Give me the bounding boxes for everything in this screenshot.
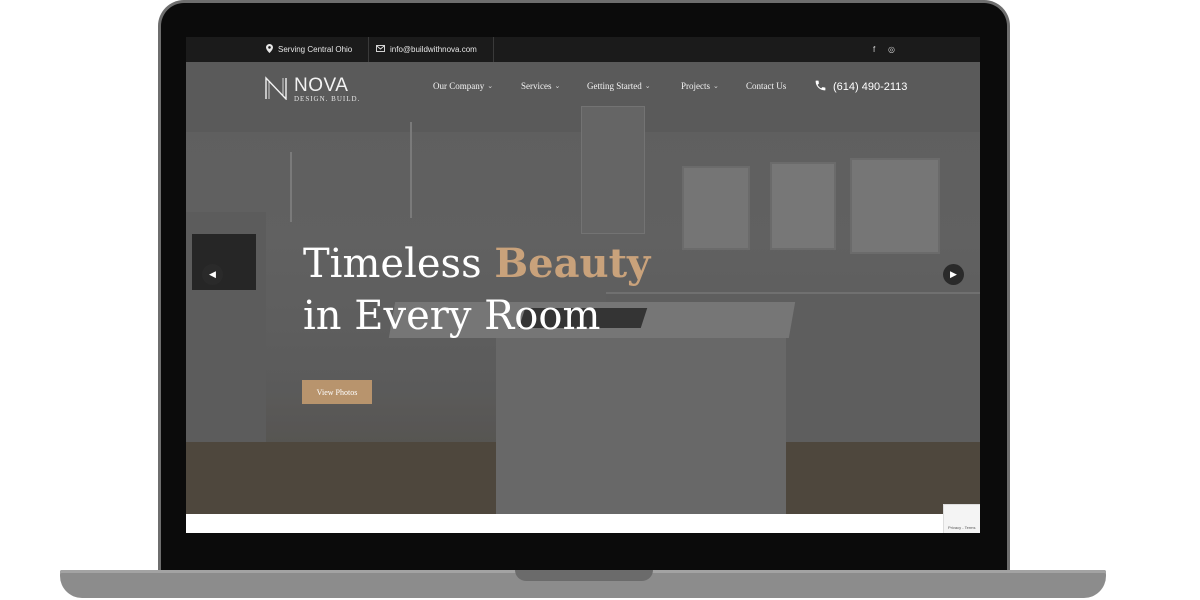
laptop-notch <box>515 570 653 581</box>
brand-tagline: DESIGN. BUILD. <box>294 95 361 103</box>
chevron-down-icon: ⌄ <box>713 82 719 90</box>
recaptcha-badge[interactable]: Privacy - Terms <box>943 504 980 533</box>
chevron-down-icon: ⌄ <box>554 82 561 90</box>
divider <box>493 37 494 62</box>
map-pin-icon <box>266 44 273 55</box>
divider <box>368 37 369 62</box>
view-photos-button[interactable]: View Photos <box>302 380 372 404</box>
recaptcha-text: Privacy - Terms <box>948 525 976 530</box>
headline-accent: Beauty <box>494 240 651 287</box>
slider-next-button[interactable]: ▶ <box>943 264 964 285</box>
nav-projects[interactable]: Projects ⌄ <box>681 81 719 91</box>
location-info: Serving Central Ohio <box>266 37 352 62</box>
chevron-down-icon: ⌄ <box>644 82 651 90</box>
slider-prev-button[interactable]: ◀ <box>202 264 223 285</box>
logo-mark-icon <box>265 76 287 100</box>
hero-headline: Timeless Beauty in Every Room <box>303 238 650 342</box>
phone-link[interactable]: (614) 490-2113 <box>814 79 907 95</box>
email-text[interactable]: info@buildwithnova.com <box>390 45 477 54</box>
phone-number[interactable]: (614) 490-2113 <box>833 81 907 93</box>
top-bar: Serving Central Ohio info@buildwithnova.… <box>186 37 980 62</box>
email-link[interactable]: info@buildwithnova.com <box>376 37 477 62</box>
chevron-down-icon: ⌄ <box>487 82 494 90</box>
nav-contact-us[interactable]: Contact Us <box>746 81 786 91</box>
headline-line-2: in Every Room <box>303 293 601 339</box>
brand-name: NOVA <box>294 75 349 96</box>
browser-screen: Serving Central Ohio info@buildwithnova.… <box>186 37 980 533</box>
nav-services[interactable]: Services ⌄ <box>521 81 560 91</box>
hero-slider: NOVA DESIGN. BUILD. Our Company ⌄ Service… <box>186 62 980 514</box>
phone-icon <box>814 79 827 95</box>
facebook-icon[interactable]: f <box>873 37 875 62</box>
chevron-right-icon: ▶ <box>950 269 957 279</box>
nav-getting-started[interactable]: Getting Started ⌄ <box>587 81 651 91</box>
headline-text: Timeless <box>303 241 495 287</box>
instagram-icon[interactable]: ◎ <box>888 37 895 62</box>
location-text: Serving Central Ohio <box>278 45 353 54</box>
envelope-icon <box>376 45 385 54</box>
nav-our-company[interactable]: Our Company ⌄ <box>433 81 493 91</box>
chevron-left-icon: ◀ <box>209 269 216 279</box>
